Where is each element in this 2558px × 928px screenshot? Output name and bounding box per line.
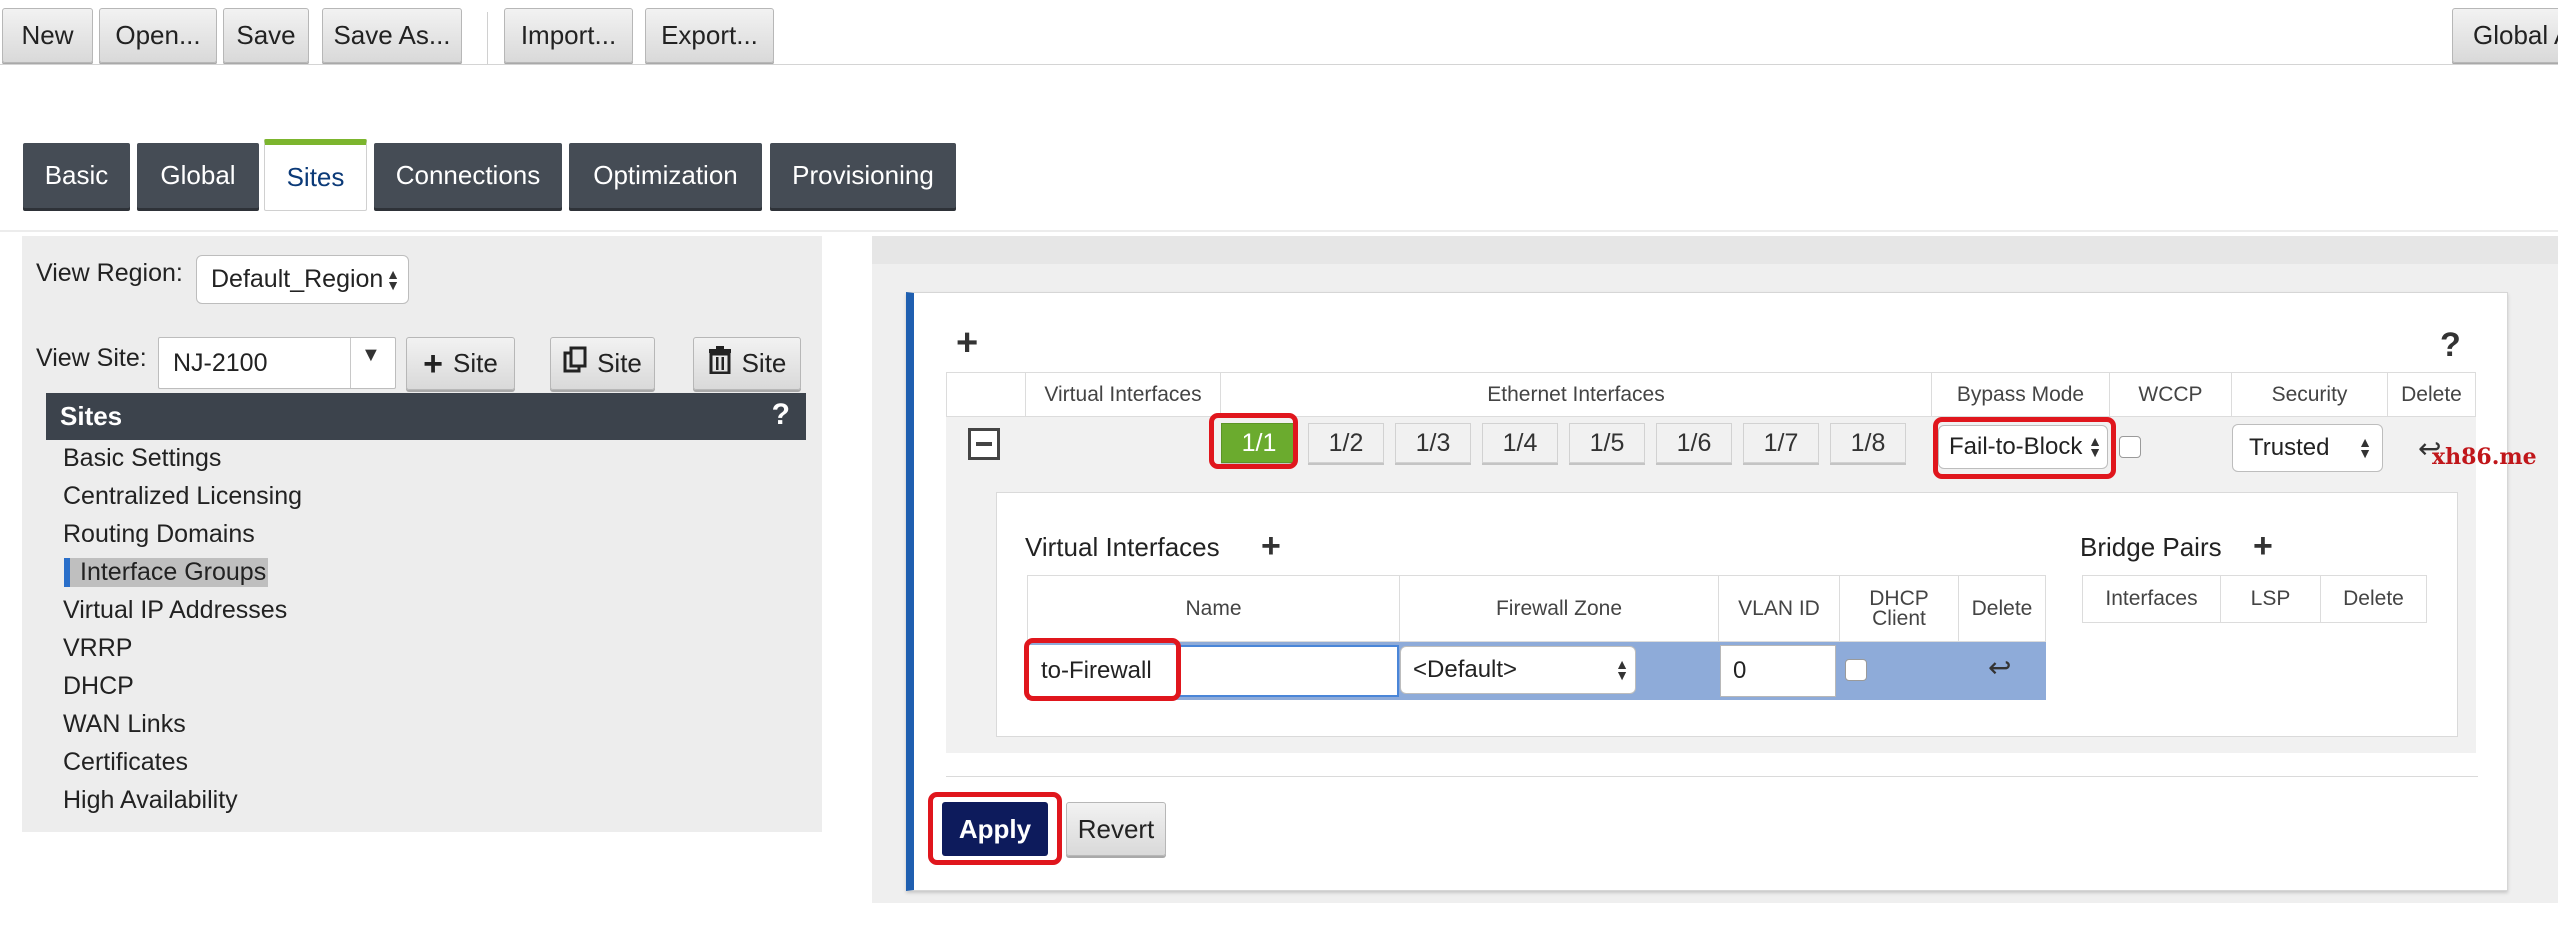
tab-connections[interactable]: Connections [374, 143, 562, 208]
view-region-select[interactable]: Default_Region ▲ ▼ [196, 255, 409, 304]
bp-header-lsp: LSP [2220, 575, 2321, 623]
header-wccp: WCCP [2109, 372, 2232, 417]
eth-port-1-5[interactable]: 1/5 [1569, 423, 1645, 463]
tab-sites[interactable]: Sites [264, 139, 367, 211]
sites-header-title: Sites [60, 401, 123, 431]
firewall-zone-select[interactable]: <Default> ▲ ▼ [1400, 646, 1636, 694]
header-virtual-interfaces: Virtual Interfaces [1025, 372, 1221, 417]
view-site-label: View Site: [36, 344, 147, 372]
eth-port-1-7[interactable]: 1/7 [1743, 423, 1819, 463]
tabs-underline [0, 230, 2558, 232]
add-site-button[interactable]: + Site [406, 337, 515, 390]
eth-port-1-8[interactable]: 1/8 [1830, 423, 1906, 463]
vi-header-name: Name [1027, 575, 1400, 642]
nav-dhcp[interactable]: DHCP [63, 672, 134, 701]
dhcp-header-line2: Client [1872, 606, 1926, 630]
nav-basic-settings[interactable]: Basic Settings [63, 444, 221, 473]
vi-header-delete: Delete [1958, 575, 2046, 642]
new-button[interactable]: New [2, 8, 93, 63]
nav-certificates[interactable]: Certificates [63, 748, 188, 777]
eth-port-1-6[interactable]: 1/6 [1656, 423, 1732, 463]
security-select[interactable]: Trusted ▲ ▼ [2232, 424, 2383, 472]
bp-header-delete: Delete [2320, 575, 2427, 623]
help-icon[interactable]: ? [772, 398, 790, 432]
nav-routing-domains[interactable]: Routing Domains [63, 520, 255, 549]
tab-optimization[interactable]: Optimization [569, 143, 762, 208]
dhcp-client-checkbox[interactable] [1845, 659, 1867, 681]
nav-high-availability[interactable]: High Availability [63, 786, 238, 815]
save-as-button[interactable]: Save As... [322, 8, 462, 63]
header-ethernet-interfaces: Ethernet Interfaces [1220, 372, 1932, 417]
toolbar-separator [487, 12, 488, 64]
highlight-apply [928, 792, 1062, 865]
collapse-icon[interactable] [968, 428, 1000, 460]
bridge-pairs-title: Bridge Pairs [2080, 532, 2222, 562]
sites-section-header: Sites ? [46, 393, 806, 440]
vi-header-dhcp-client: DHCP Client [1839, 575, 1959, 642]
header-security: Security [2231, 372, 2388, 417]
dhcp-header-line1: DHCP [1869, 586, 1929, 610]
global-apply-button[interactable]: Global A [2452, 8, 2558, 63]
add-bridge-pair-icon[interactable]: + [2253, 529, 2273, 563]
add-interface-group-icon[interactable]: + [956, 324, 978, 362]
help-icon[interactable]: ? [2440, 326, 2461, 365]
undo-delete-icon[interactable]: ↩ [1988, 651, 2011, 684]
updown-arrows-icon: ▲ ▼ [2358, 434, 2372, 461]
wccp-checkbox[interactable] [2119, 436, 2141, 458]
toolbar-divider [0, 64, 2558, 65]
highlight-bypass-mode [1933, 417, 2116, 479]
highlight-port-1-1 [1209, 413, 1298, 469]
nav-centralized-licensing[interactable]: Centralized Licensing [63, 482, 302, 511]
highlight-vi-name [1024, 638, 1181, 701]
tab-global[interactable]: Global [137, 143, 259, 208]
save-button[interactable]: Save [223, 8, 309, 63]
virtual-interfaces-title: Virtual Interfaces [1025, 532, 1220, 562]
header-expand-cell [946, 372, 1026, 417]
plus-icon: + [423, 344, 444, 383]
vlan-id-input[interactable]: 0 [1720, 645, 1836, 697]
header-delete: Delete [2387, 372, 2476, 417]
delete-site-button[interactable]: Site [693, 337, 801, 390]
add-virtual-interface-icon[interactable]: + [1261, 529, 1281, 563]
updown-arrows-icon: ▲ ▼ [386, 265, 400, 293]
tab-provisioning[interactable]: Provisioning [770, 143, 956, 208]
watermark-text: xh86.me [2432, 444, 2537, 470]
open-button[interactable]: Open... [99, 8, 217, 63]
view-region-label: View Region: [36, 259, 183, 287]
nav-vrrp[interactable]: VRRP [63, 634, 132, 663]
firewall-zone-value: <Default> [1413, 656, 1518, 683]
chevron-down-icon[interactable]: ▼ [361, 344, 381, 367]
eth-port-1-3[interactable]: 1/3 [1395, 423, 1471, 463]
revert-button[interactable]: Revert [1066, 802, 1166, 856]
import-button[interactable]: Import... [504, 8, 633, 63]
view-site-combobox[interactable]: NJ-2100 ▼ [158, 337, 396, 389]
vi-header-vlan-id: VLAN ID [1718, 575, 1840, 642]
nav-wan-links[interactable]: WAN Links [63, 710, 186, 739]
add-site-label: Site [453, 348, 498, 378]
header-bypass-mode: Bypass Mode [1931, 372, 2110, 417]
delete-site-label: Site [741, 348, 787, 378]
nav-virtual-ip-addresses[interactable]: Virtual IP Addresses [63, 596, 287, 625]
nav-interface-groups[interactable]: Interface Groups [64, 558, 269, 587]
combobox-divider [350, 338, 351, 388]
security-value: Trusted [2249, 434, 2330, 461]
updown-arrows-icon: ▲ ▼ [1615, 656, 1629, 683]
view-region-value: Default_Region [211, 265, 384, 293]
vi-header-firewall-zone: Firewall Zone [1399, 575, 1719, 642]
eth-port-1-4[interactable]: 1/4 [1482, 423, 1558, 463]
actions-divider [946, 776, 2478, 777]
clone-site-label: Site [597, 348, 642, 378]
view-site-value: NJ-2100 [173, 348, 268, 377]
vi-name-input[interactable] [1177, 645, 1399, 697]
trash-icon [708, 346, 732, 381]
clone-site-button[interactable]: Site [550, 337, 655, 390]
bp-header-interfaces: Interfaces [2082, 575, 2221, 623]
export-button[interactable]: Export... [645, 8, 774, 63]
eth-port-1-2[interactable]: 1/2 [1308, 423, 1384, 463]
copy-icon [563, 346, 587, 381]
content-top-strip [872, 236, 2558, 264]
tab-basic[interactable]: Basic [23, 143, 130, 208]
